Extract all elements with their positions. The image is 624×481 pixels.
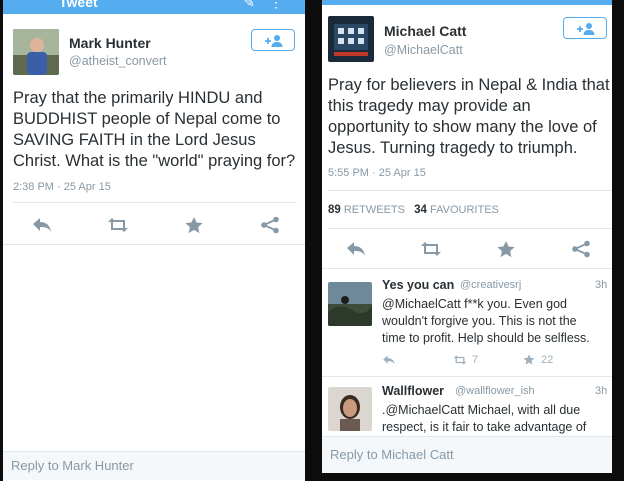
reply-icon[interactable] xyxy=(31,216,53,234)
tweet-line: Christ. What is the "world" praying for? xyxy=(13,152,296,170)
tweet-detail-panel-right: Michael Catt @MichaelCatt Pray for belie… xyxy=(322,0,612,473)
avatar[interactable] xyxy=(13,29,59,75)
add-user-icon xyxy=(577,23,595,35)
reply-composer[interactable]: Reply to Mark Hunter xyxy=(3,451,305,480)
divider xyxy=(328,228,612,229)
favorite-icon[interactable] xyxy=(183,216,205,234)
reply-author-name[interactable]: Yes you can xyxy=(382,278,454,292)
follow-button[interactable] xyxy=(251,29,295,51)
reply-retweet-count: 7 xyxy=(472,354,479,366)
reply-line: @MichaelCatt f**k you. Even god xyxy=(382,297,568,311)
share-icon[interactable] xyxy=(570,240,592,258)
tweet-detail-panel-left: Tweet ✎⋮ Mark Hunter @atheist_convert Pr… xyxy=(3,0,305,481)
reply-line: wouldn't forgive you. This is not the xyxy=(382,314,577,328)
reply-text: .@MichaelCatt Michael, with all due resp… xyxy=(382,402,586,436)
divider xyxy=(322,376,612,377)
avatar[interactable] xyxy=(328,387,372,431)
reply-line: respect, is it fair to take advantage of xyxy=(382,420,587,434)
engagement-counts: 89 RETWEETS 34 FAVOURITES xyxy=(328,204,499,216)
tweet-line: Pray that the primarily HINDU and xyxy=(13,89,263,107)
tweet-text: Pray for believers in Nepal & India that… xyxy=(328,75,610,159)
reply-line: time to profit. Help should be selfless. xyxy=(382,331,590,345)
reply-icon[interactable] xyxy=(345,240,367,258)
tweet-line: Pray for believers in Nepal & India that xyxy=(328,76,610,94)
app-header: Tweet ✎⋮ xyxy=(3,0,305,14)
favourite-count[interactable]: 34 xyxy=(414,204,427,216)
favorite-icon[interactable] xyxy=(495,240,517,258)
user-name[interactable]: Michael Catt xyxy=(384,23,466,39)
tweet-line: this tragedy may provide an xyxy=(328,97,531,115)
header-title: Tweet xyxy=(59,0,98,10)
divider xyxy=(322,268,612,269)
reply-placeholder: Reply to Michael Catt xyxy=(330,447,454,462)
follow-button[interactable] xyxy=(563,17,607,39)
avatar[interactable] xyxy=(328,282,372,326)
reply-text: @MichaelCatt f**k you. Even god wouldn't… xyxy=(382,296,590,347)
user-name[interactable]: Mark Hunter xyxy=(69,35,151,51)
reply-composer[interactable]: Reply to Michael Catt xyxy=(322,436,612,473)
reply-placeholder: Reply to Mark Hunter xyxy=(11,458,134,473)
reply-line: .@MichaelCatt Michael, with all due xyxy=(382,403,581,417)
reply-time: 3h xyxy=(595,279,608,291)
tweet-timestamp: 2:38 PM · 25 Apr 15 xyxy=(13,181,111,193)
reply-author-handle[interactable]: @wallflower_ish xyxy=(455,385,535,397)
reply-favorite-count: 22 xyxy=(541,354,554,366)
retweet-icon[interactable] xyxy=(107,216,129,234)
retweet-icon[interactable] xyxy=(420,240,442,258)
user-handle[interactable]: @MichaelCatt xyxy=(384,43,463,57)
tweet-text: Pray that the primarily HINDU and BUDDHI… xyxy=(13,88,295,172)
tweet-timestamp: 5:55 PM · 25 Apr 15 xyxy=(328,167,426,179)
retweet-icon[interactable] xyxy=(453,354,467,366)
favourite-label[interactable]: FAVOURITES xyxy=(430,204,499,216)
tweet-line: BUDDHIST people of Nepal come to xyxy=(13,110,281,128)
divider xyxy=(328,190,612,191)
reply-time: 3h xyxy=(595,385,608,397)
tweet-line: opportunity to show many the love of xyxy=(328,118,597,136)
divider xyxy=(3,244,305,245)
reply-icon[interactable] xyxy=(382,354,396,366)
reply-author-handle[interactable]: @creativesrj xyxy=(460,279,521,291)
retweet-count[interactable]: 89 xyxy=(328,204,341,216)
favorite-icon[interactable] xyxy=(522,353,536,366)
app-header xyxy=(322,0,612,5)
avatar[interactable] xyxy=(328,16,374,62)
user-handle[interactable]: @atheist_convert xyxy=(69,54,166,68)
add-user-icon xyxy=(265,35,283,47)
tweet-line: SAVING FAITH in the Lord Jesus xyxy=(13,131,256,149)
reply-author-name[interactable]: Wallflower xyxy=(382,384,444,398)
header-icons[interactable]: ✎⋮ xyxy=(243,0,297,11)
divider xyxy=(13,202,297,203)
retweet-label[interactable]: RETWEETS xyxy=(344,204,405,216)
tweet-line: Jesus. Turning tragedy to triumph. xyxy=(328,139,578,157)
share-icon[interactable] xyxy=(259,216,281,234)
